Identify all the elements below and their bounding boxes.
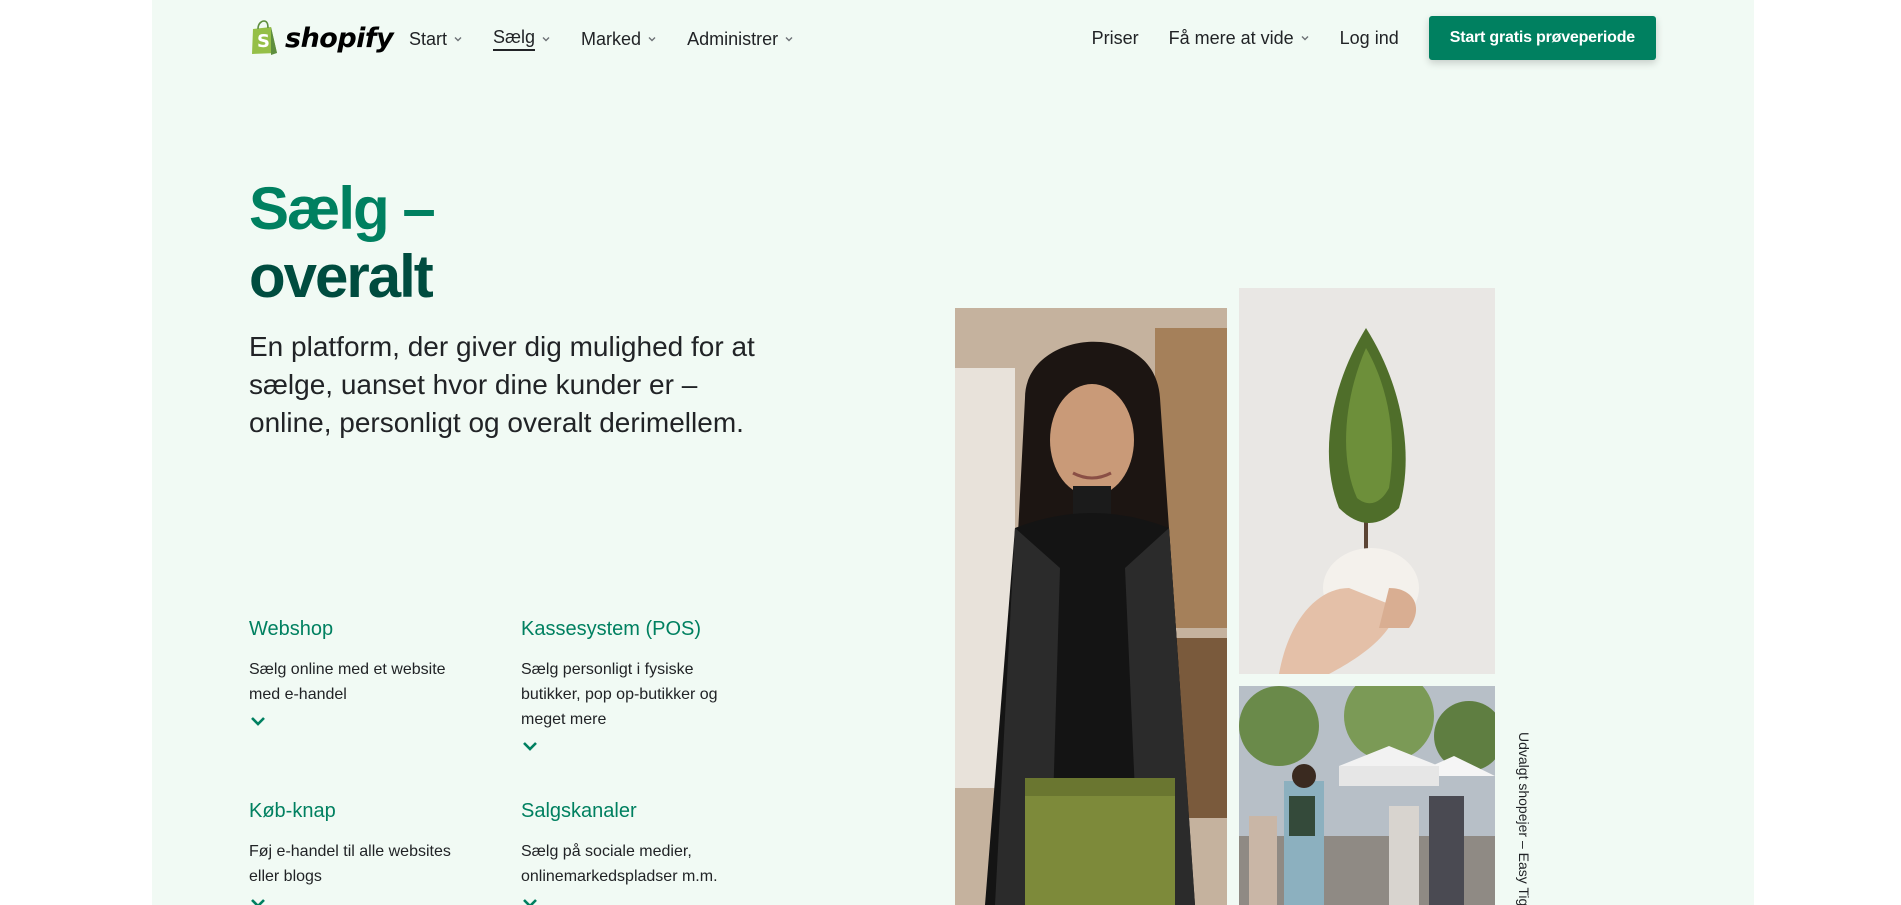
merchant-portrait-image [955, 308, 1227, 905]
chevron-down-icon [785, 37, 793, 42]
title-line-1: Sælg – [249, 175, 436, 242]
shopping-bag-icon: S [252, 20, 277, 55]
nav-saelg[interactable]: Sælg [493, 27, 551, 51]
nav-marked-label: Marked [581, 28, 642, 49]
feature-title[interactable]: Salgskanaler [521, 800, 793, 823]
nav-priser[interactable]: Priser [1092, 28, 1139, 49]
nav-learn-more-label: Få mere at vide [1168, 27, 1294, 48]
chevron-down-icon [542, 37, 550, 42]
chevron-down-icon [648, 37, 656, 42]
secondary-nav: Priser Få mere at vide Log ind Start gra… [1092, 16, 1656, 60]
chevron-down-icon[interactable] [521, 897, 539, 905]
title-line-2: overalt [249, 243, 434, 310]
chevron-down-icon[interactable] [249, 897, 267, 905]
feature-desc: Sælg personligt i fysiske butikker, pop … [521, 661, 718, 728]
chevron-down-icon [454, 37, 462, 42]
site-header: S shopify Start Sælg Marked Administrer [152, 0, 1754, 78]
shopify-logo[interactable]: S shopify [249, 19, 394, 57]
feature-title[interactable]: Køb-knap [249, 800, 521, 823]
page: S shopify Start Sælg Marked Administrer [152, 0, 1754, 905]
chevron-down-icon[interactable] [249, 715, 267, 727]
feature-webshop[interactable]: Webshop Sælg online med et website med e… [249, 618, 521, 752]
nav-marked[interactable]: Marked [581, 27, 657, 51]
photo-caption: Udvalgt shopejer – Easy Tig [1516, 732, 1532, 905]
chevron-down-icon [1301, 36, 1309, 41]
hero-subtitle: En platform, der giver dig mulighed for … [249, 331, 755, 438]
nav-administrer[interactable]: Administrer [687, 27, 794, 51]
nav-saelg-label: Sælg [493, 27, 536, 51]
chevron-down-icon[interactable] [521, 740, 539, 752]
nav-start-label: Start [409, 28, 448, 49]
nav-learn-more[interactable]: Få mere at vide [1169, 28, 1310, 49]
feature-title[interactable]: Webshop [249, 618, 521, 641]
feature-desc: Sælg på sociale medier, onlinemarkedspla… [521, 843, 718, 885]
svg-text:S: S [257, 31, 270, 52]
street-market-image [1239, 686, 1495, 905]
feature-sales-channels[interactable]: Salgskanaler Sælg på sociale medier, onl… [521, 800, 793, 905]
brand-name: shopify [285, 22, 394, 54]
page-title: Sælg – overalt [249, 175, 436, 311]
feature-desc: Sælg online med et website med e-handel [249, 661, 446, 703]
nav-administrer-label: Administrer [687, 28, 779, 49]
nav-login[interactable]: Log ind [1340, 28, 1399, 49]
feature-list: Webshop Sælg online med et website med e… [249, 618, 793, 905]
nav-start[interactable]: Start [409, 27, 463, 51]
feature-title[interactable]: Kassesystem (POS) [521, 618, 793, 641]
main-nav: Start Sælg Marked Administrer [409, 27, 794, 51]
feature-desc: Føj e-handel til alle websites eller blo… [249, 843, 451, 885]
plant-in-hand-image [1239, 288, 1495, 674]
feature-pos[interactable]: Kassesystem (POS) Sælg personligt i fysi… [521, 618, 793, 752]
start-trial-button[interactable]: Start gratis prøveperiode [1428, 16, 1656, 60]
feature-buy-button[interactable]: Køb-knap Føj e-handel til alle websites … [249, 800, 521, 905]
